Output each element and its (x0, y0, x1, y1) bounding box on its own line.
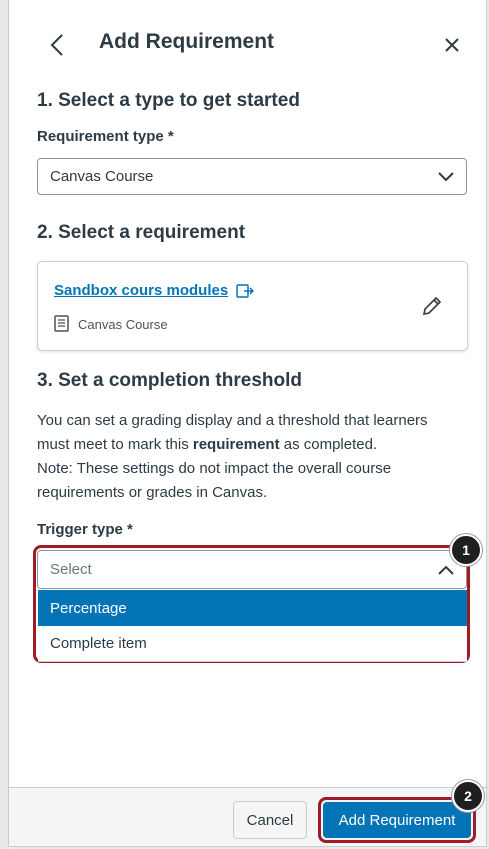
requirement-card: Sandbox cours modules Canvas Course (37, 261, 468, 351)
trigger-type-placeholder: Select (50, 561, 92, 578)
option-percentage[interactable]: Percentage (38, 590, 467, 626)
step3-heading: 3. Set a completion threshold (37, 370, 302, 391)
step1-heading: 1. Select a type to get started (37, 90, 300, 111)
close-button[interactable] (439, 32, 465, 58)
requirement-link[interactable]: Sandbox cours modules (54, 282, 255, 299)
close-icon (445, 38, 459, 52)
requirement-meta: Canvas Course (54, 315, 168, 333)
trigger-type-select[interactable]: Select (37, 550, 467, 589)
callout-badge-1: 1 (450, 534, 482, 566)
step2-heading: 2. Select a requirement (37, 222, 246, 243)
option-complete-item[interactable]: Complete item (38, 626, 467, 662)
requirement-type-select[interactable]: Canvas Course (37, 158, 467, 195)
requirement-link-text: Sandbox cours modules (54, 282, 229, 299)
chevron-left-icon (50, 34, 63, 56)
description-note: Note: These settings do not impact the o… (37, 460, 392, 501)
chevron-up-icon (438, 565, 454, 575)
trigger-type-label: Trigger type * (37, 521, 133, 538)
course-icon (54, 315, 69, 332)
requirement-type-label: Requirement type * (37, 128, 174, 145)
requirement-type-value: Canvas Course (50, 168, 154, 185)
back-button[interactable] (45, 30, 69, 60)
requirement-meta-text: Canvas Course (78, 316, 168, 332)
callout-badge-2: 2 (452, 780, 484, 812)
description-text-b: as completed. (279, 436, 378, 453)
add-requirement-button[interactable]: Add Requirement (323, 802, 471, 838)
panel-title: Add Requirement (99, 30, 275, 53)
add-requirement-panel: Add Requirement 1. Select a type to get … (8, 0, 487, 847)
pencil-icon (422, 296, 442, 316)
chevron-down-icon (438, 171, 454, 181)
external-link-icon (236, 283, 255, 298)
cancel-button[interactable]: Cancel (233, 801, 307, 839)
edit-requirement-button[interactable] (420, 294, 446, 320)
description-bold: requirement (192, 436, 280, 453)
threshold-description: You can set a grading display and a thre… (37, 409, 457, 505)
